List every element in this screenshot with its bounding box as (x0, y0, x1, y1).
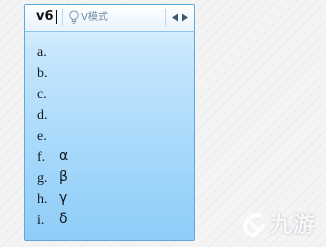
candidate-key: f. (37, 150, 46, 165)
ime-candidate-window: v6 V模式 a. b. c. d. e. f. α g. β h. γ i. … (24, 4, 195, 241)
candidate-key: e. (37, 129, 47, 144)
lightbulb-icon[interactable] (68, 10, 80, 25)
candidate-symbol-delta: δ (59, 211, 68, 227)
candidate-symbol-gamma: γ (59, 190, 68, 206)
triangle-right-icon[interactable] (181, 13, 189, 22)
triangle-left-icon[interactable] (171, 13, 179, 22)
candidate-key: d. (37, 108, 48, 123)
divider (165, 9, 166, 26)
candidate-symbol-beta: β (59, 169, 68, 185)
candidate-key: c. (37, 87, 47, 102)
ime-composition-bar: v6 V模式 (25, 5, 194, 32)
candidate-symbol-alpha: α (59, 148, 69, 164)
candidate-key: a. (37, 45, 47, 60)
watermark: 九游 (239, 211, 325, 243)
nine-game-logo-icon (242, 213, 265, 237)
watermark-text: 九游 (270, 213, 317, 238)
text-cursor (56, 10, 57, 24)
candidate-key: g. (37, 171, 48, 186)
v-mode-label[interactable]: V模式 (81, 11, 108, 24)
candidate-key: i. (37, 213, 45, 228)
divider (62, 9, 63, 26)
candidate-key: b. (37, 66, 48, 81)
candidate-key: h. (37, 192, 48, 207)
composition-input[interactable]: v6 (36, 9, 54, 25)
